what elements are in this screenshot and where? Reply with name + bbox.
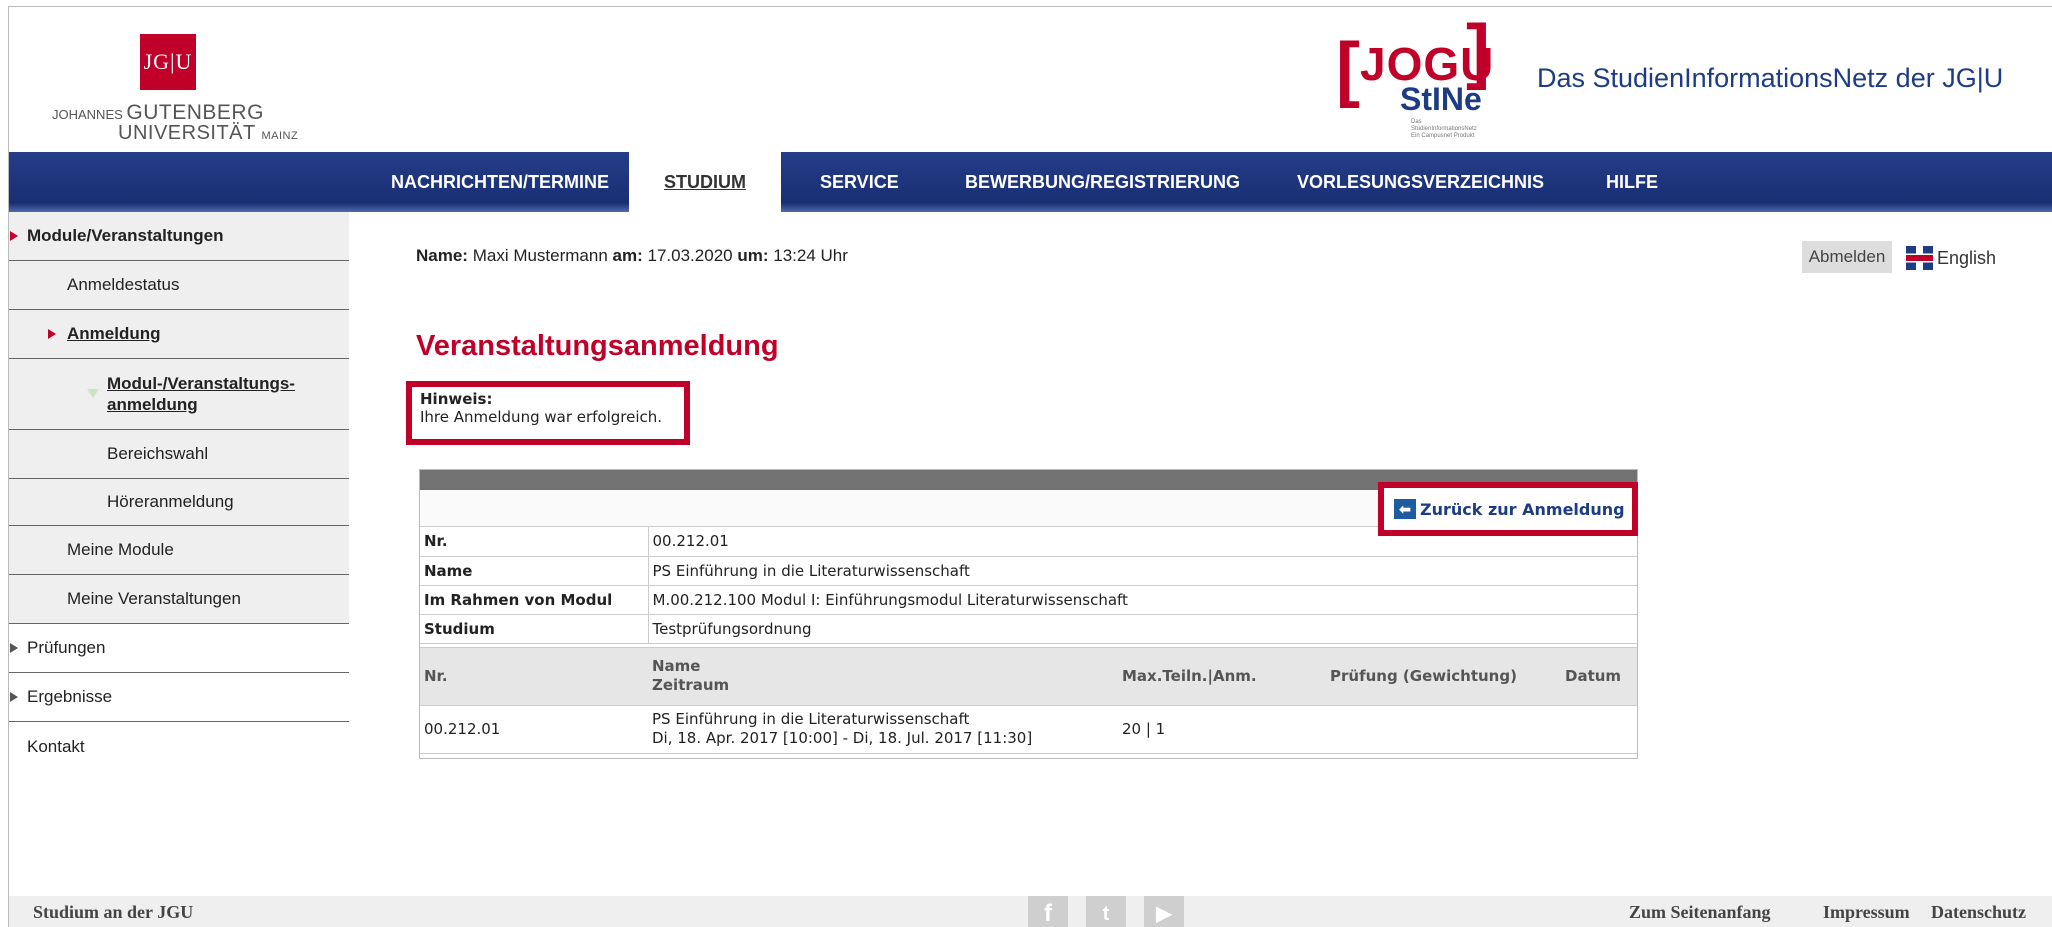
nav-nachrichten-termine[interactable]: NACHRICHTEN/TERMINE [375,152,625,212]
bracket-right: ] [1466,11,1490,91]
cell-name-zeitraum: PS Einführung in die Literaturwissenscha… [648,705,1118,754]
back-label: Zurück zur Anmeldung [1420,499,1625,519]
sidebar-item-label: Meine Veranstaltungen [67,589,241,608]
sidebar-item-label: Meine Module [67,540,174,559]
site-title: Das StudienInformationsNetz der JG|U [1537,63,2004,93]
col-header-max: Max.Teiln.|Anm. [1118,646,1326,706]
jgu-mark: JG|U [140,34,196,90]
sidebar-item-label: Ergebnisse [27,687,113,706]
hint-message: Hinweis: Ihre Anmeldung war erfolgreich. [406,381,690,445]
sidebar-item-meine-module[interactable]: Meine Module [9,526,349,575]
course-dates-table: Nr. Name Zeitraum Max.Teiln.|Anm. Prüfun… [420,646,1637,754]
twitter-icon[interactable]: t [1086,896,1126,927]
page-title: Veranstaltungsanmeldung [416,330,779,362]
cell-pruefung [1326,705,1561,754]
sidebar-item-label: Kontakt [27,736,85,756]
stine-tagline: Das StudienInformationsNetz Ein Campusne… [1411,119,1477,139]
col-header-datum: Datum [1561,646,1637,706]
language-switch[interactable]: English [1906,245,1996,271]
sidebar-item-label: Anmeldestatus [67,275,180,294]
caret-right-icon [10,231,18,241]
info-value: Testprüfungsordnung [648,614,1637,644]
info-key: Im Rahmen von Modul [420,585,649,615]
cell-datum [1561,705,1637,754]
nav-vorlesungsverzeichnis[interactable]: VORLESUNGSVERZEICHNIS [1281,152,1560,212]
info-key: Nr. [420,527,649,557]
footer-title[interactable]: Studium an der JGU [33,902,193,923]
sidebar-item-label: Höreranmeldung [107,492,234,511]
sidebar-item-module-veranstaltungen[interactable]: Module/Veranstaltungen [9,212,349,261]
sidebar-item-label: Anmeldung [67,324,161,343]
table-row: Im Rahmen von Modul M.00.212.100 Modul I… [420,585,1637,615]
uk-flag-icon [1906,246,1933,270]
caret-down-icon [87,389,99,398]
sidebar-item-bereichswahl[interactable]: Bereichswahl [9,430,349,479]
panel-toolbar: ⬅ Zurück zur Anmeldung [420,482,1638,536]
sidebar: Module/Veranstaltungen Anmeldestatus Anm… [9,212,349,771]
course-registration-panel: ⬅ Zurück zur Anmeldung Nr. 00.212.01 Nam… [419,469,1638,759]
caret-right-icon [10,692,18,702]
info-value: M.00.212.100 Modul I: Einführungsmodul L… [648,585,1637,615]
sidebar-item-label: Bereichswahl [107,444,209,463]
nav-hilfe[interactable]: HILFE [1590,152,1674,212]
logout-button[interactable]: Abmelden [1802,241,1892,273]
jogu-stine-logo[interactable]: [ JOGU ] StINe Das StudienInformationsNe… [1336,15,1506,139]
language-label: English [1937,247,1997,268]
table-row: 00.212.01 PS Einführung in die Literatur… [420,705,1637,754]
nav-service[interactable]: SERVICE [804,152,915,212]
caret-right-icon [48,329,56,339]
uni-name-line2: UNIVERSITÄT MAINZ [118,122,299,144]
info-key: Name [420,556,649,586]
table-row: Studium Testprüfungsordnung [420,614,1637,644]
table-header-row: Nr. Name Zeitraum Max.Teiln.|Anm. Prüfun… [420,646,1637,706]
university-logo[interactable]: JG|U JOHANNES GUTENBERG UNIVERSITÄT MAIN… [42,25,298,144]
sidebar-item-label: Modul-/Veranstaltungs- anmeldung [107,374,295,414]
nav-studium[interactable]: STUDIUM [629,152,781,212]
bracket-left: [ [1336,29,1360,109]
cell-nr: 00.212.01 [420,705,648,754]
sidebar-item-label: Prüfungen [27,638,106,657]
user-info-line: Name: Maxi Mustermann am: 17.03.2020 um:… [416,246,848,265]
back-to-registration-button[interactable]: ⬅ Zurück zur Anmeldung [1378,482,1638,536]
youtube-icon[interactable]: ▶ [1144,896,1184,927]
sidebar-item-anmeldestatus[interactable]: Anmeldestatus [9,261,349,310]
hint-text: Ihre Anmeldung war erfolgreich. [420,408,663,426]
col-header-name-zeitraum: Name Zeitraum [648,646,1118,706]
col-header-nr: Nr. [420,646,648,706]
footer: Studium an der JGU f t ▶ Zum Seitenanfan… [9,896,2052,927]
sidebar-item-modul-veranstaltungsanmeldung[interactable]: Modul-/Veranstaltungs- anmeldung [9,359,349,430]
col-header-pruefung: Prüfung (Gewichtung) [1326,646,1561,706]
cell-max: 20 | 1 [1118,705,1326,754]
nav-bewerbung-registrierung[interactable]: BEWERBUNG/REGISTRIERUNG [949,152,1256,212]
sidebar-item-ergebnisse[interactable]: Ergebnisse [9,673,349,722]
datenschutz-link[interactable]: Datenschutz [1931,902,2026,923]
sidebar-item-label: Module/Veranstaltungen [27,226,224,245]
sidebar-item-kontakt[interactable]: Kontakt [9,722,349,771]
back-to-top-link[interactable]: Zum Seitenanfang [1629,902,1771,923]
stine-text: StINe [1400,81,1482,117]
facebook-icon[interactable]: f [1028,896,1068,927]
info-value: PS Einführung in die Literaturwissenscha… [648,556,1637,586]
main-navigation: NACHRICHTEN/TERMINE STUDIUM SERVICE BEWE… [9,152,2052,212]
info-key: Studium [420,614,649,644]
sidebar-item-anmeldung[interactable]: Anmeldung [9,310,349,359]
caret-right-icon [10,643,18,653]
arrow-left-icon: ⬅ [1394,499,1416,519]
header: JG|U JOHANNES GUTENBERG UNIVERSITÄT MAIN… [9,7,2052,152]
hint-title: Hinweis: [420,390,493,408]
course-info-table: Nr. 00.212.01 Name PS Einführung in die … [420,527,1637,644]
impressum-link[interactable]: Impressum [1823,902,1910,923]
sidebar-item-hoereranmeldung[interactable]: Höreranmeldung [9,479,349,526]
sidebar-item-meine-veranstaltungen[interactable]: Meine Veranstaltungen [9,575,349,624]
table-row: Name PS Einführung in die Literaturwisse… [420,556,1637,586]
sidebar-item-pruefungen[interactable]: Prüfungen [9,624,349,673]
